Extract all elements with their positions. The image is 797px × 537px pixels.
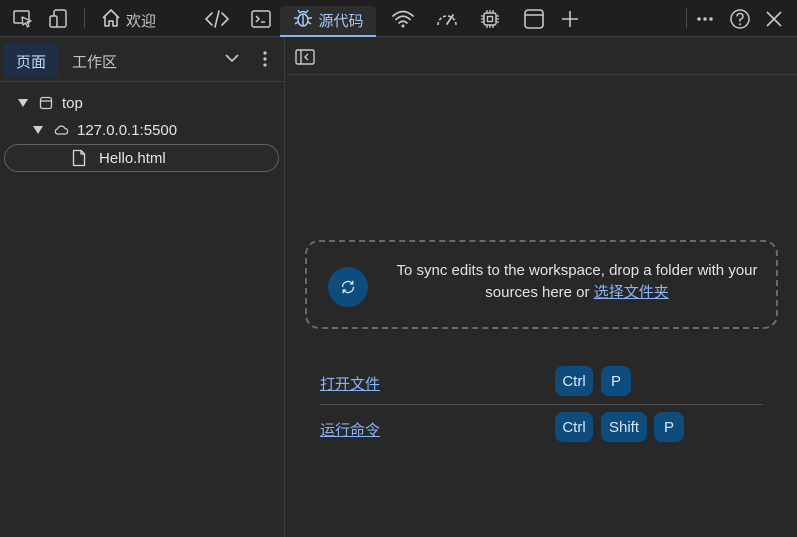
- run-command-link[interactable]: 运行命令: [320, 419, 380, 440]
- devtools-window: 欢迎 源代码 页面 工作区 top 127.0.0.1:5500 Hello.h…: [0, 0, 797, 537]
- dropzone-message: To sync edits to the workspace, drop a f…: [387, 260, 767, 304]
- frame-icon: [39, 96, 53, 110]
- toggle-navigator-icon[interactable]: [295, 49, 315, 65]
- key-p: P: [601, 366, 631, 396]
- main-toolbar: 欢迎 源代码: [0, 0, 797, 37]
- tab-sources[interactable]: 源代码: [280, 6, 376, 37]
- tree-item-origin[interactable]: 127.0.0.1:5500: [0, 117, 284, 143]
- key-ctrl: Ctrl: [555, 412, 593, 442]
- sync-icon: [339, 278, 357, 296]
- shortcut-run-command: 运行命令 Ctrl Shift P: [320, 409, 763, 449]
- expand-triangle-icon[interactable]: [33, 126, 43, 134]
- cpu-icon[interactable]: [475, 5, 505, 33]
- tree-item-top[interactable]: top: [0, 90, 284, 116]
- tab-welcome-label: 欢迎: [126, 12, 157, 30]
- expand-triangle-icon[interactable]: [18, 99, 28, 107]
- file-icon: [72, 149, 86, 167]
- code-icon[interactable]: [202, 5, 232, 33]
- toolbar-separator: [686, 8, 687, 28]
- tree-item-label: Hello.html: [99, 149, 166, 167]
- tree-item-label: top: [62, 94, 83, 112]
- inspect-element-icon[interactable]: [8, 5, 38, 33]
- help-icon[interactable]: [725, 5, 755, 33]
- application-icon[interactable]: [519, 5, 549, 33]
- kebab-menu-icon[interactable]: [257, 50, 273, 73]
- open-file-link[interactable]: 打开文件: [320, 373, 380, 394]
- device-emulation-icon[interactable]: [44, 5, 74, 33]
- workspace-dropzone[interactable]: To sync edits to the workspace, drop a f…: [305, 240, 778, 329]
- performance-icon[interactable]: [432, 5, 462, 33]
- console-icon[interactable]: [246, 5, 276, 33]
- navigator-panel: 页面 工作区 top 127.0.0.1:5500 Hello.html: [0, 38, 285, 537]
- tree-item-file[interactable]: Hello.html: [4, 144, 279, 172]
- tab-welcome[interactable]: 欢迎: [100, 5, 170, 35]
- more-options-icon[interactable]: [690, 5, 720, 33]
- sync-button[interactable]: [328, 267, 368, 307]
- navigator-tabs: 页面 工作区: [0, 38, 284, 82]
- close-icon[interactable]: [759, 5, 789, 33]
- tab-workspace[interactable]: 工作区: [60, 44, 129, 78]
- tab-page[interactable]: 页面: [4, 44, 59, 78]
- editor-panel: To sync edits to the workspace, drop a f…: [286, 38, 797, 537]
- key-ctrl: Ctrl: [555, 366, 593, 396]
- home-icon: [100, 7, 122, 34]
- tab-sources-label: 源代码: [318, 13, 364, 30]
- cloud-icon: [53, 124, 69, 136]
- add-tab-icon[interactable]: [555, 5, 585, 33]
- toolbar-separator: [84, 8, 85, 28]
- select-folder-link[interactable]: 选择文件夹: [594, 284, 669, 301]
- wifi-icon[interactable]: [388, 5, 418, 33]
- key-p: P: [654, 412, 684, 442]
- shortcut-divider: [320, 404, 763, 405]
- tree-item-label: 127.0.0.1:5500: [77, 121, 178, 139]
- editor-toolbar: [286, 38, 797, 75]
- bug-icon: [292, 7, 314, 34]
- dropzone-text: To sync edits to the workspace, drop a f…: [396, 262, 758, 301]
- shortcut-open-file: 打开文件 Ctrl P: [320, 363, 763, 403]
- chevron-down-icon[interactable]: [224, 50, 240, 71]
- key-shift: Shift: [601, 412, 647, 442]
